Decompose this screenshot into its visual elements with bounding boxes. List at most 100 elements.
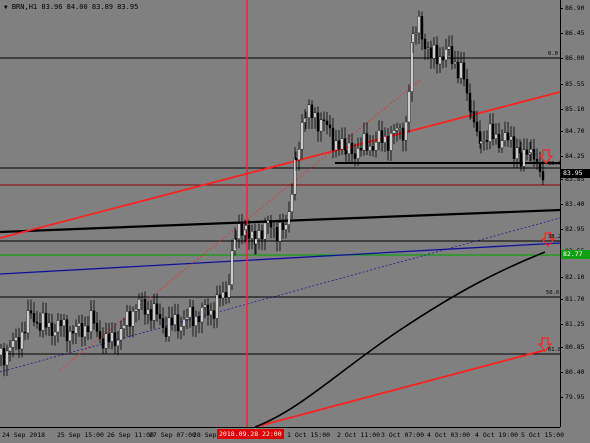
candle-body — [89, 310, 93, 333]
candle-body — [8, 347, 12, 352]
candle-body — [509, 136, 513, 141]
candle-body — [146, 309, 150, 315]
candle-body — [35, 321, 39, 324]
candle-body — [290, 194, 294, 212]
candle-body — [300, 122, 304, 150]
price-tick-label: 86.00 — [565, 54, 585, 63]
candle-body — [368, 145, 372, 151]
candle-body — [465, 78, 469, 94]
candle-body — [420, 16, 424, 40]
price-tick-label: 84.70 — [565, 127, 585, 136]
candle-body — [155, 303, 159, 315]
candle-body — [322, 119, 326, 122]
candle-body — [92, 310, 96, 324]
candle-body — [347, 142, 351, 154]
candle-body — [325, 120, 329, 125]
price-tick-label: 86.45 — [565, 29, 585, 38]
candle-body — [310, 104, 314, 118]
candle-body — [218, 294, 222, 299]
candle-body — [506, 132, 510, 141]
candle-body — [423, 38, 427, 50]
candle-body — [77, 322, 81, 327]
candle-body — [377, 130, 381, 143]
candle-body — [429, 47, 433, 59]
time-tick-label: 4 Oct 03:00 — [427, 431, 471, 439]
time-tick-label: 2 Oct 11:00 — [337, 431, 381, 439]
candle-body — [272, 226, 276, 229]
price-chart[interactable] — [0, 0, 560, 427]
candle-body — [475, 121, 479, 132]
candle-body — [532, 149, 536, 160]
price-tick — [560, 83, 563, 85]
candle-body — [488, 123, 492, 142]
candle-body — [179, 326, 183, 332]
candle-body — [152, 303, 156, 321]
candle-body — [5, 350, 9, 366]
price-tick — [560, 156, 563, 158]
candle-body — [344, 150, 348, 154]
candle-body — [221, 291, 225, 299]
price-tick — [560, 324, 563, 326]
candle-body — [450, 46, 454, 65]
candle-body — [453, 61, 457, 65]
candle-body — [140, 299, 144, 301]
candle-body — [485, 139, 489, 142]
collapse-triangle-icon[interactable]: ▼ — [4, 4, 8, 11]
candle-body — [411, 33, 415, 43]
candle-body — [224, 291, 228, 298]
candle-body — [209, 310, 213, 316]
candle-body — [260, 230, 264, 240]
candle-body — [182, 319, 186, 327]
candle-body — [491, 123, 495, 140]
candle-body — [307, 104, 311, 119]
candle-body — [104, 333, 108, 349]
candle-body — [356, 148, 360, 159]
candle-body — [170, 317, 174, 326]
candle-body — [359, 148, 363, 151]
candle-body — [395, 127, 399, 131]
candle-body — [107, 333, 111, 342]
price-axis[interactable] — [560, 0, 590, 427]
candle-body — [194, 316, 198, 327]
candle-body — [350, 142, 354, 154]
time-tick-label: 24 Sep 2018 — [2, 431, 46, 439]
candle-body — [353, 153, 357, 159]
candle-body — [17, 337, 21, 350]
candle-body — [340, 138, 344, 150]
candle-body — [131, 310, 135, 327]
candle-body — [41, 312, 45, 331]
candle-body — [417, 16, 421, 34]
candle-body — [20, 331, 24, 350]
candle-body — [0, 348, 3, 356]
candle-body — [374, 141, 378, 151]
chart-window[interactable]: ▼ BRN,H1 83.96 84.00 83.89 83.95 0.0 23.6… — [0, 0, 590, 443]
candle-body — [362, 133, 366, 151]
candle-body — [435, 44, 439, 65]
candle-body — [68, 331, 72, 342]
candle-body — [316, 112, 320, 132]
candle-body — [398, 127, 402, 130]
candle-body — [212, 310, 216, 319]
price-tick-label: 80.40 — [565, 367, 585, 376]
symbol-label: BRN,H1 — [11, 3, 38, 11]
price-tick-label: 86.90 — [565, 4, 585, 12]
candle-body — [459, 62, 463, 79]
price-tick-label: 81.25 — [565, 320, 585, 329]
plot-area[interactable] — [0, 0, 560, 427]
candle-body — [494, 133, 498, 140]
price-tick — [560, 108, 563, 110]
candle-body — [503, 132, 507, 141]
candle-body — [266, 220, 270, 224]
time-tick-label: 4 Oct 19:00 — [475, 431, 519, 439]
candle-body — [167, 317, 171, 337]
candle-body — [331, 127, 335, 151]
candle-body — [479, 141, 483, 144]
candle-body — [284, 224, 288, 230]
candle-body — [185, 317, 189, 320]
candle-body — [32, 313, 36, 323]
candle-body — [50, 322, 54, 336]
candle-body — [29, 310, 33, 314]
moving-average-line — [254, 251, 546, 427]
candle-body — [414, 32, 418, 35]
candle-body — [482, 139, 486, 142]
